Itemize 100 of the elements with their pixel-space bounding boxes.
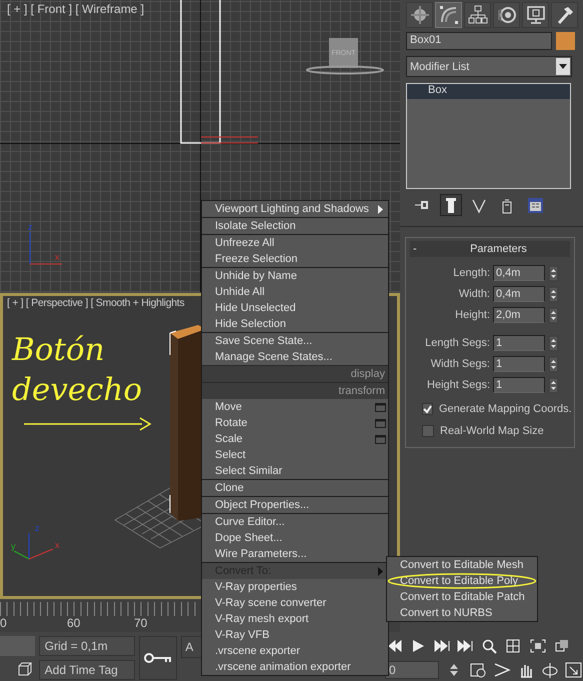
monitor-icon — [526, 5, 546, 25]
spinner-icon — [549, 356, 558, 372]
menu-item[interactable]: Convert to Editable Patch — [387, 589, 537, 605]
collapse-toggle[interactable]: - — [410, 243, 427, 255]
menu-item[interactable]: Save Scene State... — [202, 333, 388, 349]
menu-item[interactable]: Convert to Editable Poly — [387, 573, 537, 589]
key-icon — [144, 653, 172, 663]
rollout-title: Parameters — [469, 243, 528, 255]
frame-label: 0 — [0, 616, 8, 630]
menu-item[interactable]: Manage Scene States... — [202, 349, 388, 365]
spinner-icon — [549, 378, 558, 392]
orbit-icon — [541, 662, 560, 678]
checkbox-label: Real-World Map Size — [440, 425, 544, 437]
frame-label: 60 — [67, 616, 82, 630]
axis-label: x — [55, 540, 60, 550]
configure-icon — [526, 196, 544, 214]
menu-item[interactable]: Isolate Selection — [202, 218, 388, 234]
utilities-tab[interactable] — [551, 2, 578, 28]
field-label: Height Segs: — [426, 379, 491, 391]
dropdown-caret-icon — [559, 64, 567, 69]
handwritten-note: Botón — [12, 335, 105, 366]
menu-item[interactable]: Move — [202, 399, 388, 415]
next-frame-icon — [433, 638, 452, 654]
grid-size-field: Grid = 0,1m — [38, 636, 135, 656]
menu-item[interactable]: Scale — [202, 431, 388, 447]
viewport-label[interactable]: [ + ] [ Front ] [ Wireframe ] — [7, 2, 144, 16]
menu-item[interactable]: Wire Parameters... — [202, 546, 388, 562]
menu-item[interactable]: Rotate — [202, 415, 388, 431]
rollout-header[interactable]: - Parameters — [410, 241, 570, 257]
menu-item[interactable]: Curve Editor... — [202, 514, 388, 530]
spinner-icon — [549, 308, 558, 322]
menu-item[interactable]: Unfreeze All — [202, 235, 388, 251]
object-color-swatch[interactable] — [556, 32, 575, 50]
menu-item[interactable]: V-Ray mesh export — [202, 611, 388, 627]
menu-item[interactable]: Freeze Selection — [202, 251, 388, 267]
menu-item[interactable]: Hide Unselected — [202, 300, 388, 316]
frame-field[interactable]: 0 — [385, 661, 440, 679]
checkbox[interactable] — [422, 403, 433, 415]
menu-item[interactable]: .vrscene animation exporter — [202, 659, 388, 675]
number-field[interactable]: 2,0m — [493, 307, 545, 323]
menu-item[interactable]: Convert to NURBS — [387, 605, 537, 621]
curve-icon — [438, 5, 458, 25]
set-key-button[interactable] — [138, 636, 178, 680]
menu-item[interactable]: Convert to Editable Mesh — [387, 557, 537, 573]
menu-item[interactable]: Viewport Lighting and Shadows — [202, 201, 388, 217]
axis-tripod-icon — [14, 532, 54, 560]
menu-item[interactable]: Object Properties... — [202, 497, 388, 513]
menu-item[interactable]: V-Ray properties — [202, 579, 388, 595]
menu-item[interactable]: V-Ray scene converter — [202, 595, 388, 611]
frame-label: 70 — [134, 616, 148, 630]
spinner-icon — [549, 286, 558, 302]
axis-label: z — [35, 523, 40, 533]
menu-item[interactable]: Clone — [202, 480, 388, 496]
stack-item[interactable]: Box — [407, 84, 570, 99]
motion-tab[interactable] — [493, 2, 520, 28]
menu-section-header: display — [202, 365, 388, 382]
time-configuration-icon — [469, 662, 488, 678]
modifier-list-dropdown[interactable]: Modifier List — [406, 56, 572, 77]
field-of-view-icon — [493, 662, 512, 678]
target-icon — [496, 5, 516, 25]
menu-item[interactable]: Unhide by Name — [202, 268, 388, 284]
viewport-label[interactable]: [ + ] [ Perspective ] [ Smooth + Highlights — [7, 297, 184, 309]
sun-icon — [410, 5, 430, 25]
modify-tab[interactable] — [435, 2, 462, 28]
cube-icon — [18, 662, 32, 676]
field-label: Length Segs: — [424, 337, 491, 349]
maximize-viewport-icon — [565, 662, 583, 678]
menu-item[interactable]: Dope Sheet... — [202, 530, 388, 546]
field-label: Width: — [458, 288, 491, 300]
number-field[interactable]: 0,4m — [493, 286, 545, 302]
zoom-extents-icon — [529, 638, 548, 654]
menu-item[interactable]: Hide Selection — [202, 316, 388, 332]
display-tab[interactable] — [522, 2, 549, 28]
viewcube-ring-icon — [305, 65, 385, 75]
menu-item[interactable]: .vrscene exporter — [202, 643, 388, 659]
create-tab[interactable] — [406, 2, 433, 28]
menu-item[interactable]: V-Ray VFB — [202, 627, 388, 643]
checkbox[interactable] — [422, 425, 434, 437]
hierarchy-icon — [468, 5, 488, 25]
time-tag-field[interactable]: Add Time Tag — [38, 660, 135, 680]
hierarchy-tab[interactable] — [464, 2, 491, 28]
spinner-icon — [549, 266, 558, 280]
axis-tripod-icon — [30, 232, 62, 264]
axis-label: z — [28, 222, 32, 232]
field-label: Height: — [454, 309, 491, 321]
end-result-button[interactable] — [440, 194, 462, 216]
number-field[interactable]: 0,4m — [493, 265, 545, 281]
menu-item[interactable]: Select — [202, 447, 388, 463]
go-to-end-icon — [457, 638, 476, 654]
number-field[interactable]: 1 — [493, 356, 545, 372]
object-name-field[interactable]: Box01 — [406, 32, 552, 50]
menu-section-header: transform — [202, 382, 388, 399]
axis-label: y — [11, 541, 16, 551]
checkbox-label: Generate Mapping Coords. — [439, 403, 572, 415]
handwritten-note: devecho — [12, 375, 142, 406]
menu-item[interactable]: Select Similar — [202, 463, 388, 479]
number-field[interactable]: 1 — [493, 377, 545, 393]
spinner-icon — [549, 336, 558, 350]
menu-item[interactable]: Unhide All — [202, 284, 388, 300]
number-field[interactable]: 1 — [493, 335, 545, 351]
